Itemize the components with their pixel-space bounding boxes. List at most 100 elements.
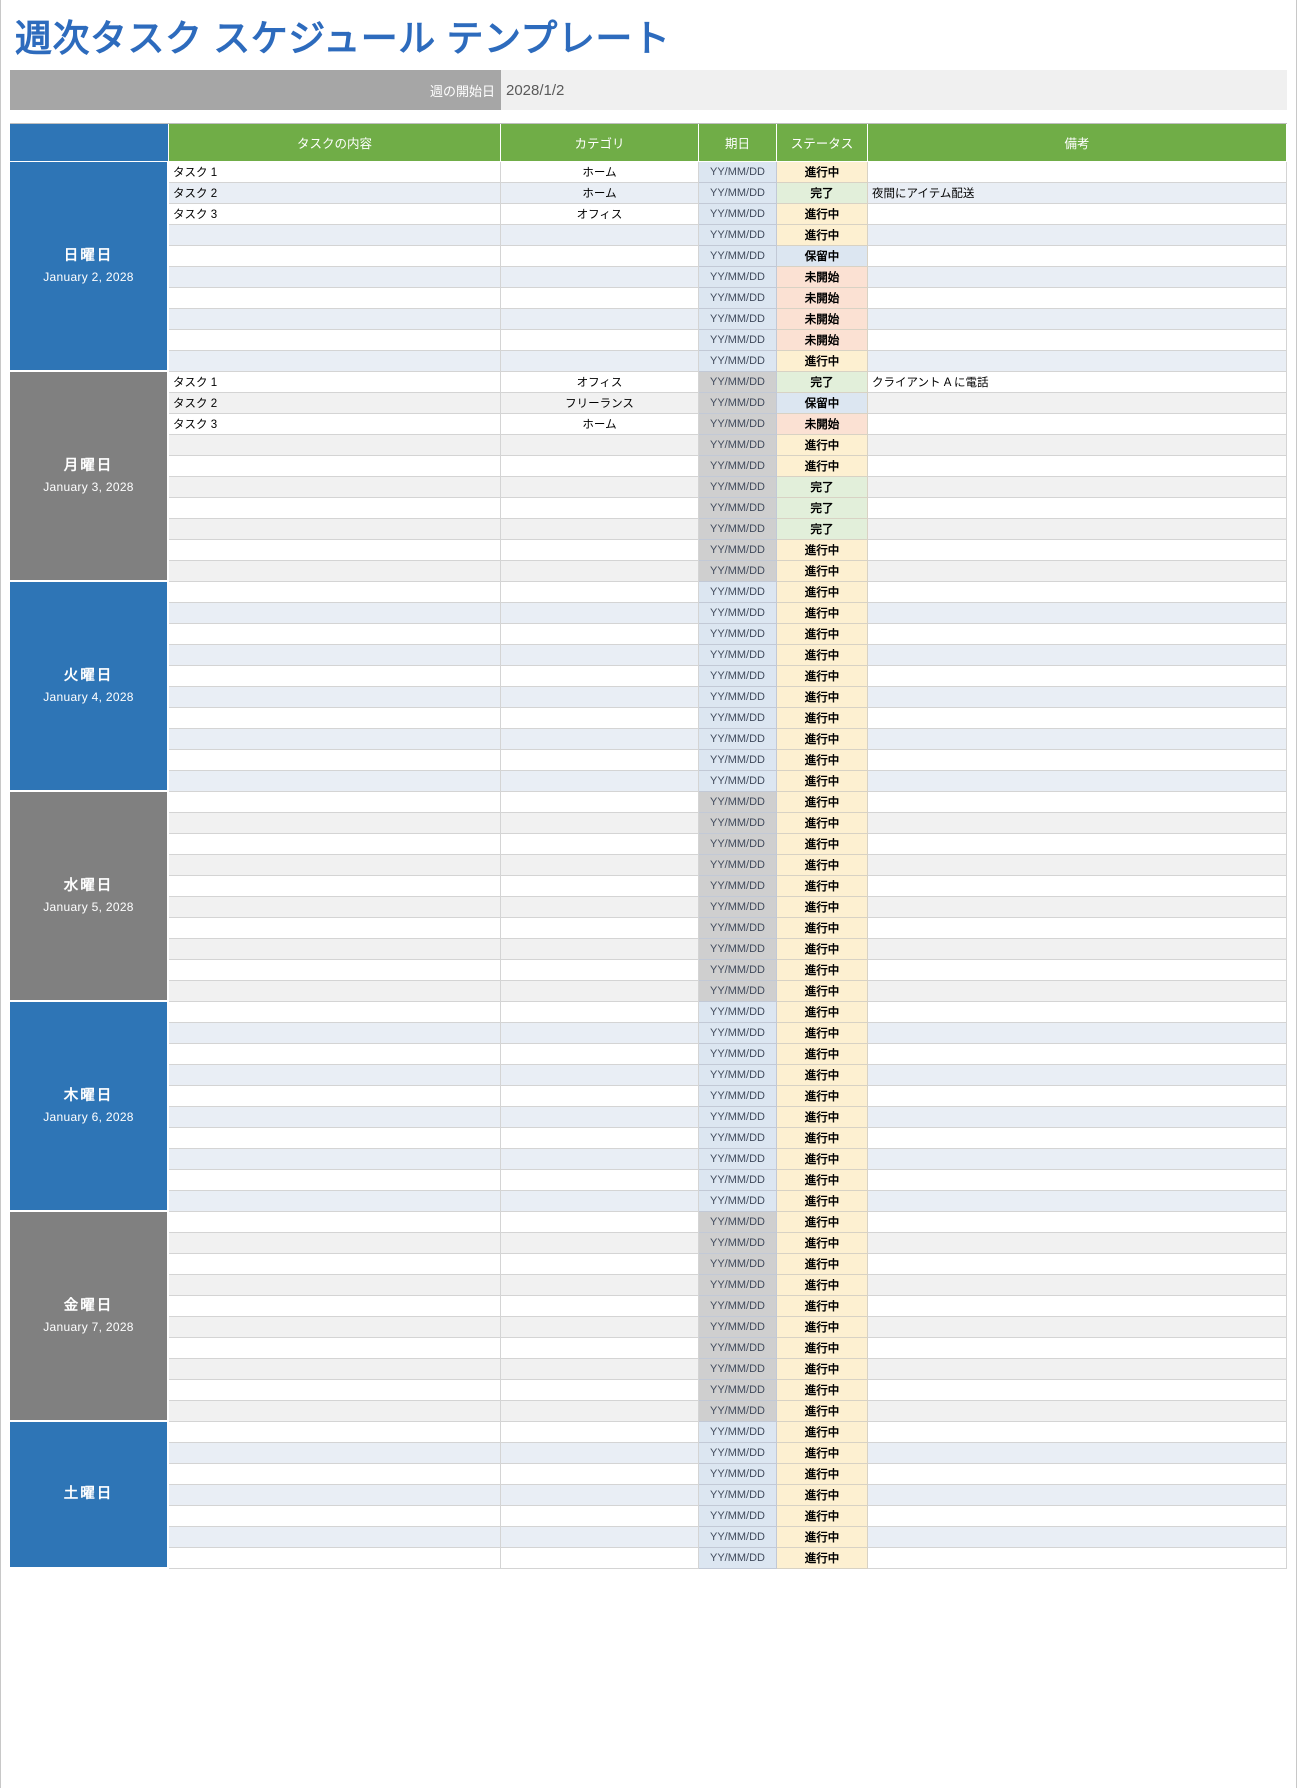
status-cell[interactable]: 進行中 — [777, 729, 868, 750]
status-cell[interactable]: 進行中 — [777, 225, 868, 246]
due-date-cell[interactable]: YY/MM/DD — [699, 1485, 777, 1506]
notes-cell[interactable] — [868, 771, 1287, 792]
notes-cell[interactable] — [868, 1527, 1287, 1548]
category-cell[interactable]: フリーランス — [501, 393, 699, 414]
status-cell[interactable]: 未開始 — [777, 288, 868, 309]
task-cell[interactable] — [169, 1296, 501, 1317]
notes-cell[interactable] — [868, 834, 1287, 855]
task-cell[interactable] — [169, 1443, 501, 1464]
category-cell[interactable] — [501, 960, 699, 981]
due-date-cell[interactable]: YY/MM/DD — [699, 960, 777, 981]
due-date-cell[interactable]: YY/MM/DD — [699, 582, 777, 603]
category-cell[interactable] — [501, 1464, 699, 1485]
status-cell[interactable]: 完了 — [777, 498, 868, 519]
task-cell[interactable] — [169, 771, 501, 792]
category-cell[interactable] — [501, 1317, 699, 1338]
due-date-cell[interactable]: YY/MM/DD — [699, 540, 777, 561]
task-cell[interactable] — [169, 435, 501, 456]
category-cell[interactable] — [501, 1212, 699, 1233]
header-category[interactable]: カテゴリ — [501, 124, 699, 162]
due-date-cell[interactable]: YY/MM/DD — [699, 897, 777, 918]
task-cell[interactable] — [169, 750, 501, 771]
notes-cell[interactable] — [868, 1296, 1287, 1317]
category-cell[interactable] — [501, 267, 699, 288]
category-cell[interactable] — [501, 1485, 699, 1506]
category-cell[interactable]: オフィス — [501, 204, 699, 225]
status-cell[interactable]: 進行中 — [777, 1044, 868, 1065]
task-cell[interactable] — [169, 981, 501, 1002]
status-cell[interactable]: 進行中 — [777, 1380, 868, 1401]
status-cell[interactable]: 進行中 — [777, 645, 868, 666]
task-cell[interactable] — [169, 1212, 501, 1233]
status-cell[interactable]: 進行中 — [777, 1149, 868, 1170]
task-cell[interactable] — [169, 603, 501, 624]
due-date-cell[interactable]: YY/MM/DD — [699, 1023, 777, 1044]
notes-cell[interactable] — [868, 1317, 1287, 1338]
task-cell[interactable] — [169, 351, 501, 372]
header-task[interactable]: タスクの内容 — [169, 124, 501, 162]
notes-cell[interactable] — [868, 1380, 1287, 1401]
due-date-cell[interactable]: YY/MM/DD — [699, 1065, 777, 1086]
notes-cell[interactable] — [868, 1128, 1287, 1149]
category-cell[interactable] — [501, 309, 699, 330]
status-cell[interactable]: 進行中 — [777, 687, 868, 708]
task-cell[interactable] — [169, 855, 501, 876]
category-cell[interactable] — [501, 897, 699, 918]
category-cell[interactable] — [501, 939, 699, 960]
status-cell[interactable]: 進行中 — [777, 1275, 868, 1296]
status-cell[interactable]: 進行中 — [777, 603, 868, 624]
category-cell[interactable] — [501, 1128, 699, 1149]
due-date-cell[interactable]: YY/MM/DD — [699, 1296, 777, 1317]
task-cell[interactable] — [169, 960, 501, 981]
status-cell[interactable]: 進行中 — [777, 855, 868, 876]
notes-cell[interactable] — [868, 1170, 1287, 1191]
status-cell[interactable]: 進行中 — [777, 204, 868, 225]
status-cell[interactable]: 進行中 — [777, 834, 868, 855]
notes-cell[interactable] — [868, 666, 1287, 687]
task-cell[interactable]: タスク 1 — [169, 372, 501, 393]
category-cell[interactable] — [501, 603, 699, 624]
status-cell[interactable]: 進行中 — [777, 918, 868, 939]
notes-cell[interactable] — [868, 162, 1287, 183]
status-cell[interactable]: 進行中 — [777, 1317, 868, 1338]
task-cell[interactable] — [169, 1170, 501, 1191]
category-cell[interactable] — [501, 330, 699, 351]
notes-cell[interactable] — [868, 750, 1287, 771]
category-cell[interactable] — [501, 351, 699, 372]
notes-cell[interactable] — [868, 1023, 1287, 1044]
category-cell[interactable] — [501, 540, 699, 561]
task-cell[interactable] — [169, 1044, 501, 1065]
status-cell[interactable]: 進行中 — [777, 1212, 868, 1233]
category-cell[interactable] — [501, 813, 699, 834]
due-date-cell[interactable]: YY/MM/DD — [699, 1212, 777, 1233]
category-cell[interactable] — [501, 1023, 699, 1044]
status-cell[interactable]: 進行中 — [777, 1296, 868, 1317]
status-cell[interactable]: 進行中 — [777, 1254, 868, 1275]
task-cell[interactable] — [169, 834, 501, 855]
status-cell[interactable]: 完了 — [777, 372, 868, 393]
task-cell[interactable] — [169, 561, 501, 582]
status-cell[interactable]: 進行中 — [777, 540, 868, 561]
task-cell[interactable] — [169, 666, 501, 687]
task-cell[interactable] — [169, 1254, 501, 1275]
status-cell[interactable]: 進行中 — [777, 1086, 868, 1107]
task-cell[interactable] — [169, 1359, 501, 1380]
notes-cell[interactable] — [868, 1485, 1287, 1506]
task-cell[interactable] — [169, 330, 501, 351]
notes-cell[interactable] — [868, 1464, 1287, 1485]
category-cell[interactable] — [501, 1170, 699, 1191]
due-date-cell[interactable]: YY/MM/DD — [699, 918, 777, 939]
notes-cell[interactable] — [868, 813, 1287, 834]
category-cell[interactable] — [501, 1149, 699, 1170]
due-date-cell[interactable]: YY/MM/DD — [699, 330, 777, 351]
category-cell[interactable]: ホーム — [501, 414, 699, 435]
category-cell[interactable] — [501, 1380, 699, 1401]
category-cell[interactable] — [501, 1548, 699, 1569]
status-cell[interactable]: 進行中 — [777, 960, 868, 981]
status-cell[interactable]: 進行中 — [777, 1002, 868, 1023]
category-cell[interactable] — [501, 834, 699, 855]
due-date-cell[interactable]: YY/MM/DD — [699, 372, 777, 393]
task-cell[interactable] — [169, 1191, 501, 1212]
status-cell[interactable]: 進行中 — [777, 1128, 868, 1149]
due-date-cell[interactable]: YY/MM/DD — [699, 603, 777, 624]
